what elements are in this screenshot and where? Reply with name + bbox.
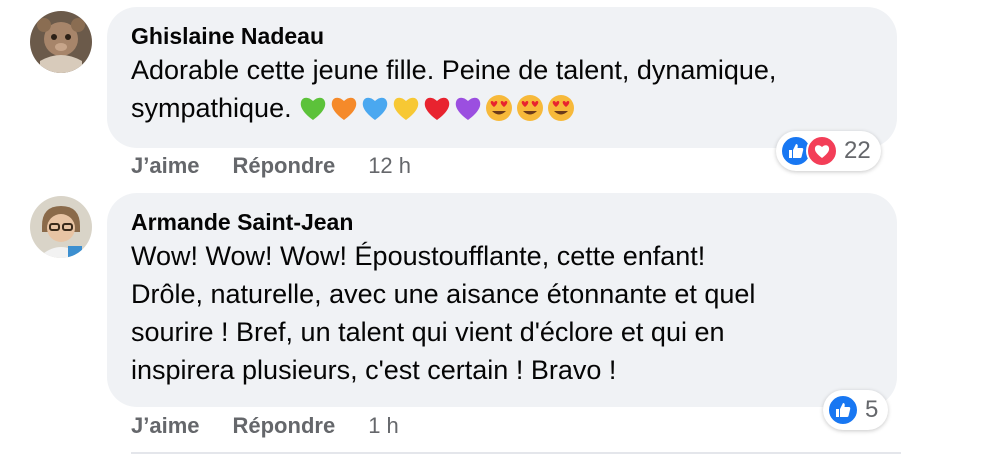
love-icon: [806, 135, 838, 167]
comment-text-line: Drôle, naturelle, avec une aisance étonn…: [131, 279, 756, 309]
comment-timestamp[interactable]: 1 h: [368, 413, 399, 439]
reaction-count: 22: [844, 137, 871, 164]
comment-author[interactable]: Armande Saint-Jean: [131, 207, 873, 237]
reaction-icons: [827, 394, 859, 426]
purple-heart-icon: [455, 97, 480, 120]
heart-eyes-icon: [485, 95, 512, 121]
comment-author[interactable]: Ghislaine Nadeau: [131, 21, 873, 51]
comment-text-fragment: sympathique.: [131, 93, 292, 123]
reaction-count: 5: [865, 396, 879, 423]
comment-actions: J’aime Répondre 12 h: [131, 153, 411, 179]
green-heart-icon: [300, 97, 325, 120]
heart-eyes-icon: [516, 95, 543, 121]
heart-eyes-icon: [547, 95, 574, 121]
yellow-heart-icon: [393, 97, 418, 120]
like-button[interactable]: J’aime: [131, 413, 200, 439]
blue-heart-icon: [362, 97, 387, 120]
red-heart-icon: [424, 97, 449, 120]
reaction-icons: [780, 135, 838, 167]
reply-button[interactable]: Répondre: [233, 413, 336, 439]
comment-text-line: Adorable cette jeune fille. Peine de tal…: [131, 55, 777, 85]
avatar[interactable]: [30, 11, 92, 73]
like-icon: [827, 394, 859, 426]
comment-bubble: Ghislaine Nadeau Adorable cette jeune fi…: [107, 7, 897, 148]
comment-timestamp[interactable]: 12 h: [368, 153, 411, 179]
comment-text-line: sympathique.: [131, 89, 873, 127]
comment-text-line: inspirera plusieurs, c'est certain ! Bra…: [131, 355, 617, 385]
reaction-summary[interactable]: 5: [823, 390, 889, 430]
reply-button[interactable]: Répondre: [233, 153, 336, 179]
like-button[interactable]: J’aime: [131, 153, 200, 179]
avatar[interactable]: [30, 196, 92, 258]
orange-heart-icon: [331, 97, 356, 120]
reaction-summary[interactable]: 22: [776, 131, 881, 171]
comment-bubble: Armande Saint-Jean Wow! Wow! Wow! Époust…: [107, 193, 897, 407]
comment-text-line: Wow! Wow! Wow! Époustoufflante, cette en…: [131, 241, 706, 271]
comment-text: Wow! Wow! Wow! Époustoufflante, cette en…: [131, 237, 873, 389]
emoji-row: [298, 93, 576, 123]
comment-actions: J’aime Répondre 1 h: [131, 413, 399, 439]
comment-text: Adorable cette jeune fille. Peine de tal…: [131, 51, 873, 127]
comment-text-line: sourire ! Bref, un talent qui vient d'éc…: [131, 317, 725, 347]
